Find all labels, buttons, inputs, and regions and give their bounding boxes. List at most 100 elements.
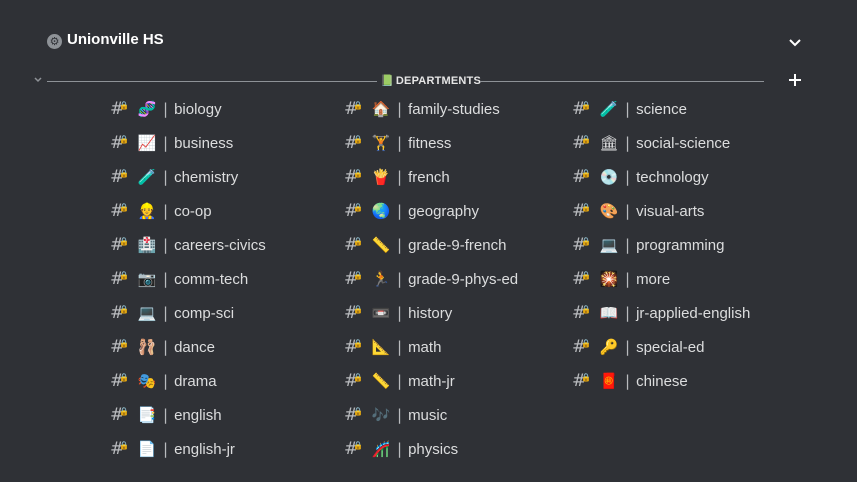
channel-name: english-jr xyxy=(174,440,235,458)
channel-item[interactable]: # 🔒 📏 | grade-9-french xyxy=(344,228,518,262)
channel-item[interactable]: # 🔒 📐 | math xyxy=(344,330,518,364)
channel-item[interactable]: # 🔒 📏 | math-jr xyxy=(344,364,518,398)
channel-item[interactable]: # 🔒 🩰 | dance xyxy=(110,330,266,364)
channel-item[interactable]: # 🔒 🎢 | physics xyxy=(344,432,518,466)
channel-separator: | xyxy=(163,236,169,254)
channel-separator: | xyxy=(625,202,631,220)
channel-separator: | xyxy=(625,304,631,322)
channel-emoji-icon: 🍟 xyxy=(371,168,391,186)
locked-text-channel-icon: # 🔒 xyxy=(110,405,132,425)
channel-name: dance xyxy=(174,338,215,356)
locked-text-channel-icon: # 🔒 xyxy=(344,99,366,119)
channel-name: math-jr xyxy=(408,372,455,390)
channel-emoji-icon: 🏥 xyxy=(137,236,157,254)
server-header[interactable]: ⚙ Unionville HS xyxy=(0,0,857,84)
category-divider-left xyxy=(47,81,377,82)
locked-text-channel-icon: # 🔒 xyxy=(344,201,366,221)
channel-item[interactable]: # 🔒 🧧 | chinese xyxy=(572,364,750,398)
channel-separator: | xyxy=(163,134,169,152)
channel-item[interactable]: # 🔒 🧪 | chemistry xyxy=(110,160,266,194)
lock-icon: 🔒 xyxy=(119,373,129,382)
lock-icon: 🔒 xyxy=(119,305,129,314)
channel-item[interactable]: # 🔒 🧬 | biology xyxy=(110,92,266,126)
locked-text-channel-icon: # 🔒 xyxy=(572,235,594,255)
locked-text-channel-icon: # 🔒 xyxy=(110,371,132,391)
chevron-down-icon[interactable] xyxy=(787,34,803,50)
channel-name: chemistry xyxy=(174,168,239,186)
channel-item[interactable]: # 🔒 🔑 | special-ed xyxy=(572,330,750,364)
category-header[interactable]: 📗 DEPARTMENTS xyxy=(380,74,481,88)
channel-item[interactable]: # 🔒 📖 | jr-applied-english xyxy=(572,296,750,330)
channel-separator: | xyxy=(397,270,403,288)
channel-emoji-icon: 📼 xyxy=(371,304,391,322)
channel-item[interactable]: # 🔒 📄 | english-jr xyxy=(110,432,266,466)
channel-name: jr-applied-english xyxy=(636,304,751,322)
lock-icon: 🔒 xyxy=(581,135,591,144)
channel-emoji-icon: 🏃 xyxy=(371,270,391,288)
locked-text-channel-icon: # 🔒 xyxy=(110,235,132,255)
channel-item[interactable]: # 🔒 🏥 | careers-civics xyxy=(110,228,266,262)
channel-name: science xyxy=(636,100,687,118)
locked-text-channel-icon: # 🔒 xyxy=(344,439,366,459)
channel-item[interactable]: # 🔒 💿 | technology xyxy=(572,160,750,194)
lock-icon: 🔒 xyxy=(119,135,129,144)
channel-item[interactable]: # 🔒 📼 | history xyxy=(344,296,518,330)
channel-item[interactable]: # 🔒 🎇 | more xyxy=(572,262,750,296)
lock-icon: 🔒 xyxy=(353,271,363,280)
channel-item[interactable]: # 🔒 💻 | programming xyxy=(572,228,750,262)
channel-name: comm-tech xyxy=(174,270,249,288)
lock-icon: 🔒 xyxy=(353,407,363,416)
channel-item[interactable]: # 🔒 🏠 | family-studies xyxy=(344,92,518,126)
book-icon: 📗 xyxy=(380,75,394,87)
locked-text-channel-icon: # 🔒 xyxy=(344,337,366,357)
channel-emoji-icon: 🎇 xyxy=(599,270,619,288)
locked-text-channel-icon: # 🔒 xyxy=(344,133,366,153)
channel-item[interactable]: # 🔒 👷 | co-op xyxy=(110,194,266,228)
channel-item[interactable]: # 🔒 💻 | comp-sci xyxy=(110,296,266,330)
channel-emoji-icon: 🎶 xyxy=(371,406,391,424)
channel-item[interactable]: # 🔒 🎨 | visual-arts xyxy=(572,194,750,228)
locked-text-channel-icon: # 🔒 xyxy=(344,405,366,425)
channel-separator: | xyxy=(397,372,403,390)
lock-icon: 🔒 xyxy=(119,169,129,178)
channel-name: french xyxy=(408,168,450,186)
channel-name: comp-sci xyxy=(174,304,235,322)
channel-emoji-icon: 📷 xyxy=(137,270,157,288)
channel-item[interactable]: # 🔒 📑 | english xyxy=(110,398,266,432)
channel-name: technology xyxy=(636,168,709,186)
channel-name: math xyxy=(408,338,442,356)
channel-item[interactable]: # 🔒 🌏 | geography xyxy=(344,194,518,228)
channel-emoji-icon: 💿 xyxy=(599,168,619,186)
channel-item[interactable]: # 🔒 🍟 | french xyxy=(344,160,518,194)
lock-icon: 🔒 xyxy=(119,339,129,348)
channel-item[interactable]: # 🔒 🏋 | fitness xyxy=(344,126,518,160)
channel-name: history xyxy=(408,304,453,322)
channel-emoji-icon: 💻 xyxy=(137,304,157,322)
channel-emoji-icon: 🧪 xyxy=(599,100,619,118)
channel-item[interactable]: # 🔒 🎭 | drama xyxy=(110,364,266,398)
channel-separator: | xyxy=(163,304,169,322)
channel-separator: | xyxy=(625,168,631,186)
channel-item[interactable]: # 🔒 📈 | business xyxy=(110,126,266,160)
channel-emoji-icon: 📐 xyxy=(371,338,391,356)
channel-item[interactable]: # 🔒 🏛 | social-science xyxy=(572,126,750,160)
lock-icon: 🔒 xyxy=(353,441,363,450)
channel-item[interactable]: # 🔒 🏃 | grade-9-phys-ed xyxy=(344,262,518,296)
channel-item[interactable]: # 🔒 📷 | comm-tech xyxy=(110,262,266,296)
channel-item[interactable]: # 🔒 🎶 | music xyxy=(344,398,518,432)
locked-text-channel-icon: # 🔒 xyxy=(572,371,594,391)
category-collapse-icon[interactable] xyxy=(32,74,44,86)
locked-text-channel-icon: # 🔒 xyxy=(572,269,594,289)
channel-emoji-icon: 🧬 xyxy=(137,100,157,118)
lock-icon: 🔒 xyxy=(581,339,591,348)
channel-name: geography xyxy=(408,202,479,220)
lock-icon: 🔒 xyxy=(581,305,591,314)
channel-emoji-icon: 📄 xyxy=(137,440,157,458)
channel-emoji-icon: 📑 xyxy=(137,406,157,424)
channel-emoji-icon: 🎢 xyxy=(371,440,391,458)
channel-emoji-icon: 🧪 xyxy=(137,168,157,186)
channel-name: physics xyxy=(408,440,459,458)
channel-separator: | xyxy=(625,270,631,288)
add-channel-button[interactable] xyxy=(786,70,804,90)
channel-item[interactable]: # 🔒 🧪 | science xyxy=(572,92,750,126)
